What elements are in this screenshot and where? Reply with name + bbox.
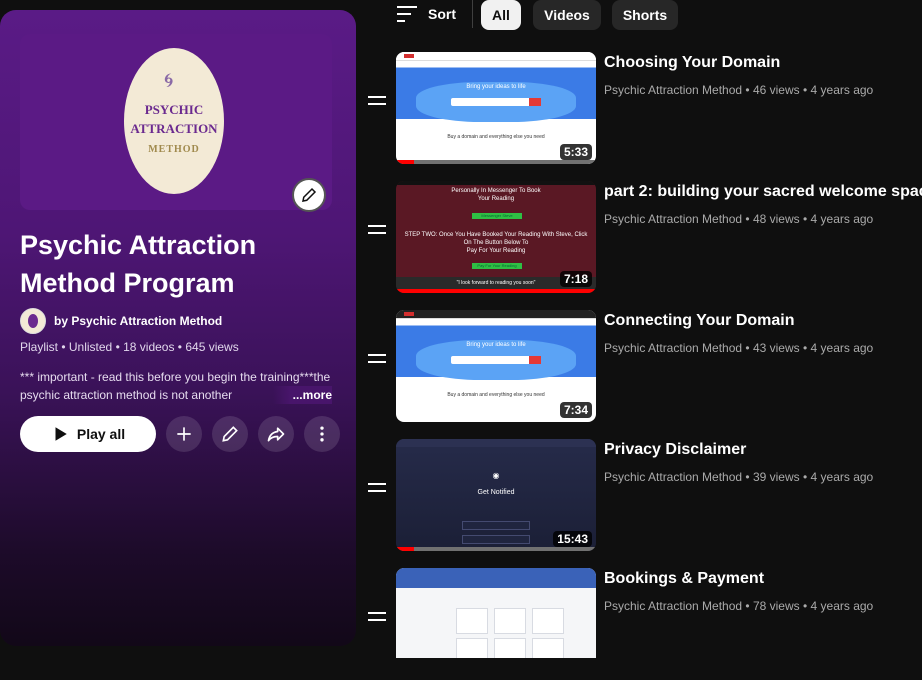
watch-progress bbox=[396, 160, 596, 164]
channel-name[interactable]: Psychic Attraction Method bbox=[604, 341, 742, 355]
thumb-field bbox=[462, 535, 530, 544]
video-thumbnail[interactable] bbox=[396, 568, 596, 658]
playlist-owner[interactable]: by Psychic Attraction Method bbox=[20, 308, 222, 334]
thumb-line2: Your Reading bbox=[477, 196, 515, 202]
drag-handle-icon[interactable] bbox=[368, 354, 386, 368]
add-button[interactable] bbox=[166, 416, 202, 452]
drag-handle-icon[interactable] bbox=[368, 225, 386, 239]
share-icon bbox=[267, 427, 285, 442]
plus-icon bbox=[177, 427, 191, 441]
duration-badge: 5:33 bbox=[559, 144, 592, 160]
channel-logo: 🌀︎ PSYCHIC ATTRACTION METHOD bbox=[124, 48, 224, 194]
chip-shorts[interactable]: Shorts bbox=[612, 0, 678, 30]
thumb-tagline: Bring your ideas to life bbox=[466, 342, 526, 348]
more-link[interactable]: ...more bbox=[272, 386, 332, 404]
edit-button[interactable] bbox=[212, 416, 248, 452]
playlist-meta: Playlist • Unlisted • 18 videos • 645 vi… bbox=[20, 340, 239, 354]
thumb-field bbox=[462, 521, 530, 530]
duration-badge: 7:34 bbox=[559, 402, 592, 418]
list-item[interactable]: Bring your ideas to life Buy a domain an… bbox=[366, 310, 922, 422]
channel-name[interactable]: Psychic Attraction Method bbox=[604, 470, 742, 484]
play-all-label: Play all bbox=[76, 426, 126, 442]
filter-divider bbox=[472, 0, 473, 28]
list-item[interactable]: ◉ Get Notified 15:43 Privacy Disclaimer … bbox=[366, 439, 922, 551]
drag-handle-icon[interactable] bbox=[368, 612, 386, 626]
video-title[interactable]: Connecting Your Domain bbox=[604, 312, 795, 330]
thumb-subline: Buy a domain and everything else you nee… bbox=[447, 392, 545, 398]
video-meta: Psychic Attraction Method • 39 views • 4… bbox=[604, 470, 874, 484]
pencil-icon bbox=[222, 426, 238, 442]
video-meta: Psychic Attraction Method • 43 views • 4… bbox=[604, 341, 874, 355]
video-title[interactable]: part 2: building your sacred welcome spa… bbox=[604, 183, 922, 201]
progress-fill bbox=[396, 160, 414, 164]
video-title[interactable]: Choosing Your Domain bbox=[604, 54, 780, 72]
share-button[interactable] bbox=[258, 416, 294, 452]
thumb-bell-icon: ◉ bbox=[492, 471, 500, 480]
thumb-heading: Get Notified bbox=[477, 489, 515, 496]
watch-progress bbox=[396, 547, 596, 551]
channel-name[interactable]: Psychic Attraction Method bbox=[604, 83, 742, 97]
list-item[interactable]: Bring your ideas to life Buy a domain an… bbox=[366, 52, 922, 164]
chip-label: Videos bbox=[544, 7, 590, 23]
video-title[interactable]: Bookings & Payment bbox=[604, 570, 764, 588]
thumb-btn-label: Pay For Your Reading bbox=[477, 263, 517, 268]
video-thumbnail[interactable]: Bring your ideas to life Buy a domain an… bbox=[396, 52, 596, 164]
video-stats: 43 views • 4 years ago bbox=[752, 341, 874, 355]
progress-fill bbox=[396, 547, 414, 551]
logo-text-line2: ATTRACTION bbox=[130, 121, 218, 136]
video-stats: 46 views • 4 years ago bbox=[752, 83, 874, 97]
video-meta: Psychic Attraction Method • 78 views • 4… bbox=[604, 599, 874, 613]
more-vert-icon bbox=[320, 426, 324, 442]
edit-thumbnail-button[interactable] bbox=[292, 178, 326, 212]
playlist-description: *** important - read this before you beg… bbox=[20, 368, 338, 404]
thumb-line4: On The Button Below To bbox=[463, 240, 529, 246]
thumb-subline: Buy a domain and everything else you nee… bbox=[447, 134, 545, 140]
duration-badge: 15:43 bbox=[553, 531, 592, 547]
thumb-tagline: Bring your ideas to life bbox=[466, 84, 526, 90]
playlist-thumbnail[interactable]: 🌀︎ PSYCHIC ATTRACTION METHOD bbox=[20, 34, 332, 212]
thumb-line5: Pay For Your Reading bbox=[466, 248, 526, 254]
chip-all[interactable]: All bbox=[481, 0, 521, 30]
list-item[interactable]: Bookings & Payment Psychic Attraction Me… bbox=[366, 568, 922, 680]
chip-label: All bbox=[492, 7, 510, 23]
drag-handle-icon[interactable] bbox=[368, 96, 386, 110]
list-item[interactable]: Personally In Messenger To Book Your Rea… bbox=[366, 181, 922, 293]
thumb-green-button: Messenger Steve bbox=[472, 213, 522, 219]
video-stats: 48 views • 4 years ago bbox=[752, 212, 874, 226]
video-thumbnail[interactable]: Personally In Messenger To Book Your Rea… bbox=[396, 181, 596, 293]
chip-label: Shorts bbox=[622, 7, 668, 23]
play-icon bbox=[55, 427, 67, 441]
thumb-btn-label: Messenger Steve bbox=[481, 213, 513, 218]
video-thumbnail[interactable]: ◉ Get Notified 15:43 bbox=[396, 439, 596, 551]
channel-name[interactable]: Psychic Attraction Method bbox=[604, 599, 742, 613]
duration-badge: 7:18 bbox=[559, 271, 592, 287]
spiral-icon: 🌀︎ bbox=[164, 70, 174, 92]
pencil-icon bbox=[302, 187, 317, 202]
logo-text-line3: METHOD bbox=[148, 144, 200, 155]
owner-name: by Psychic Attraction Method bbox=[54, 314, 223, 328]
drag-handle-icon[interactable] bbox=[368, 483, 386, 497]
logo-text-line1: PSYCHIC bbox=[144, 102, 204, 117]
thumb-line1: Personally In Messenger To Book bbox=[451, 188, 541, 194]
avatar bbox=[20, 308, 46, 334]
more-options-button[interactable] bbox=[304, 416, 340, 452]
video-title[interactable]: Privacy Disclaimer bbox=[604, 441, 746, 459]
video-thumbnail[interactable]: Bring your ideas to life Buy a domain an… bbox=[396, 310, 596, 422]
play-all-button[interactable]: Play all bbox=[20, 416, 156, 452]
channel-name[interactable]: Psychic Attraction Method bbox=[604, 212, 742, 226]
chip-videos[interactable]: Videos bbox=[533, 0, 601, 30]
playlist-actions: Play all bbox=[20, 416, 340, 452]
playlist-header-panel: 🌀︎ PSYCHIC ATTRACTION METHOD Psychic Att… bbox=[0, 10, 356, 646]
video-stats: 78 views • 4 years ago bbox=[752, 599, 874, 613]
thumb-line3: STEP TWO: Once You Have Booked Your Read… bbox=[404, 232, 588, 238]
video-meta: Psychic Attraction Method • 46 views • 4… bbox=[604, 83, 874, 97]
sort-button[interactable]: Sort bbox=[396, 2, 456, 26]
playlist-title: Psychic Attraction Method Program bbox=[20, 230, 257, 298]
video-meta: Psychic Attraction Method • 48 views • 4… bbox=[604, 212, 874, 226]
thumb-green-button: Pay For Your Reading bbox=[472, 263, 522, 269]
video-stats: 39 views • 4 years ago bbox=[752, 470, 874, 484]
sort-icon bbox=[397, 6, 417, 22]
sort-label: Sort bbox=[428, 6, 456, 22]
